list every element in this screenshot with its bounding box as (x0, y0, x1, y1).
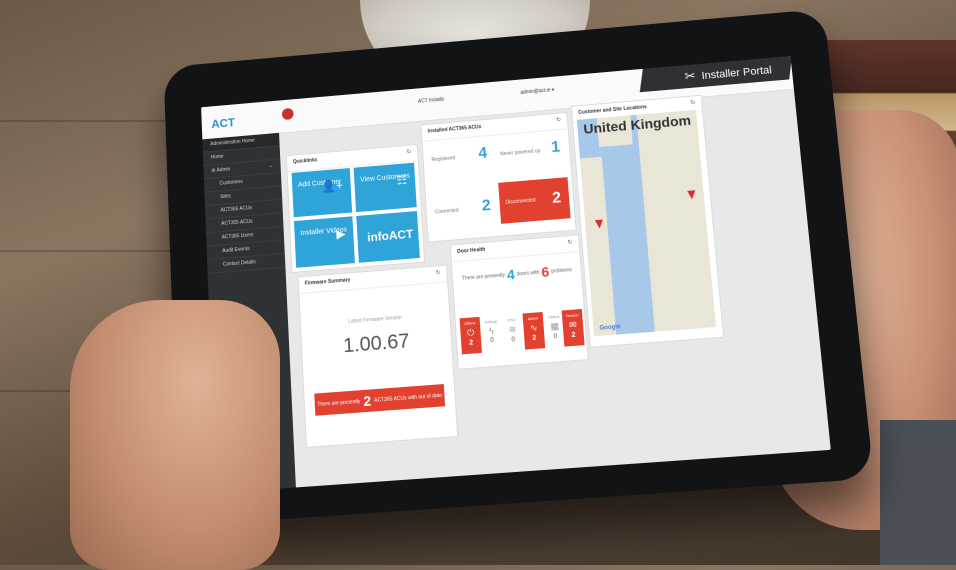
grid-list-icon: ☷ (396, 172, 408, 188)
alert-prefix: There are presently (317, 398, 361, 408)
map-land (579, 156, 617, 337)
panel-title: Door Health (450, 235, 580, 263)
firmware-alert[interactable]: There are presently 2 ACT365 ACUs with out… (314, 384, 446, 426)
google-logo: Google (599, 324, 621, 332)
tile-count: 0 (489, 336, 495, 345)
refresh-icon[interactable]: ↻ (406, 148, 411, 155)
tile-count: 0 (511, 336, 516, 344)
tile-label: PSU (507, 317, 517, 323)
tile-label: Offline (464, 320, 476, 327)
refresh-icon[interactable]: ↻ (690, 99, 696, 106)
alarm-tile[interactable]: Alarm ∿ 2 (522, 311, 546, 350)
summary-prefix: There are presently (461, 272, 506, 282)
firmware-version: 1.00.67 (342, 330, 411, 358)
tile-label: Alarm (527, 315, 539, 322)
refresh-icon[interactable]: ↻ (556, 116, 561, 123)
refresh-icon[interactable]: ↻ (435, 269, 441, 276)
map-panel: Customer and Site Locations ↻ United Kin… (570, 94, 725, 348)
quicklinks-panel: Quicklinks ↻ Add Customer 👤+ View Custom… (285, 144, 426, 274)
tile-count: 2 (571, 331, 576, 339)
sleeve (880, 420, 956, 565)
chat-icon: ✉ (568, 319, 578, 331)
never-powered-label: Never powered up (499, 148, 541, 158)
add-customer-tile[interactable]: Add Customer 👤+ (291, 168, 353, 218)
registered-count: 4 (477, 144, 488, 163)
view-customers-tile[interactable]: View Customers ☷ (353, 162, 417, 213)
tile-count: 2 (469, 339, 474, 347)
psu-tile[interactable]: PSU ≋ 0 (501, 314, 524, 352)
tamper-tile[interactable]: Tamper ✉ 2 (561, 308, 585, 347)
wave-icon: ∿ (529, 322, 538, 334)
offline-tile[interactable]: Offline ⏻ 2 (459, 316, 482, 355)
power-icon: ⏻ (466, 327, 475, 338)
connected-count: 2 (481, 197, 492, 215)
door-count: 4 (506, 266, 516, 283)
tile-label: Voltage (484, 318, 498, 325)
sidebar-item-label: ⚙ Admin (211, 166, 231, 174)
wrench-screwdriver-icon: ✂ (684, 68, 697, 84)
chevron-down-icon: ⌄ (268, 162, 273, 170)
disconnected-count: 2 (551, 189, 562, 207)
installed-acus-panel: Installed ACT365 ACUs ↻ Registered 4 Nev… (420, 111, 577, 243)
dashboard: Quicklinks ↻ Add Customer 👤+ View Custom… (285, 93, 824, 481)
user-menu[interactable]: admin@act.ie ▾ (520, 87, 554, 96)
map-land (636, 109, 716, 332)
door-health-summary: There are presently4doors with6problems (453, 261, 582, 287)
summary-suffix: problems (550, 267, 573, 275)
door-health-panel: Door Health ↻ There are presently4doors … (449, 234, 589, 370)
left-hand (70, 300, 280, 570)
installer-videos-tile[interactable]: Installer Videos ▶ (293, 216, 355, 268)
secondary-logo (281, 107, 294, 121)
refresh-icon[interactable]: ↻ (567, 239, 572, 246)
infoact-tile[interactable]: infoACT (356, 211, 420, 263)
voltage-tile[interactable]: Voltage ϟ 0 (481, 315, 503, 353)
connected-label: Connected (434, 207, 459, 216)
never-powered-count: 1 (550, 138, 561, 156)
tile-count: 2 (532, 334, 537, 342)
latest-firmware-label: Latest Firmware Version (348, 314, 402, 325)
psu-icon: ≋ (508, 324, 517, 335)
registered-label: Registered (431, 155, 456, 164)
disconnected-label: Disconnected (505, 197, 536, 206)
alert-suffix: ACT365 ACUs with out of date firmware (370, 392, 443, 427)
problem-count: 6 (540, 263, 550, 281)
act-logo[interactable]: ACT (211, 116, 235, 131)
add-user-icon: 👤+ (321, 178, 344, 194)
page-title: ACT Installs (417, 96, 445, 105)
play-icon: ▶ (336, 226, 346, 242)
map-pin-icon[interactable] (594, 219, 604, 230)
alert-count: 2 (362, 392, 372, 410)
map-pin-icon[interactable] (687, 190, 697, 200)
lightning-icon: ϟ (488, 325, 495, 337)
site-map[interactable]: United Kingdom Google (576, 109, 716, 337)
firmware-panel: Firmware Summary ↻ Latest Firmware Versi… (297, 264, 459, 448)
summary-middle: doors with (516, 269, 540, 278)
tile-label: infoACT (366, 227, 414, 245)
disconnected-tile[interactable]: Disconnected 2 (498, 177, 571, 224)
tile-label: Tamper (565, 312, 580, 319)
tablet-screen: ACT ACT Installs admin@act.ie ▾ ✂ Install… (201, 56, 831, 494)
